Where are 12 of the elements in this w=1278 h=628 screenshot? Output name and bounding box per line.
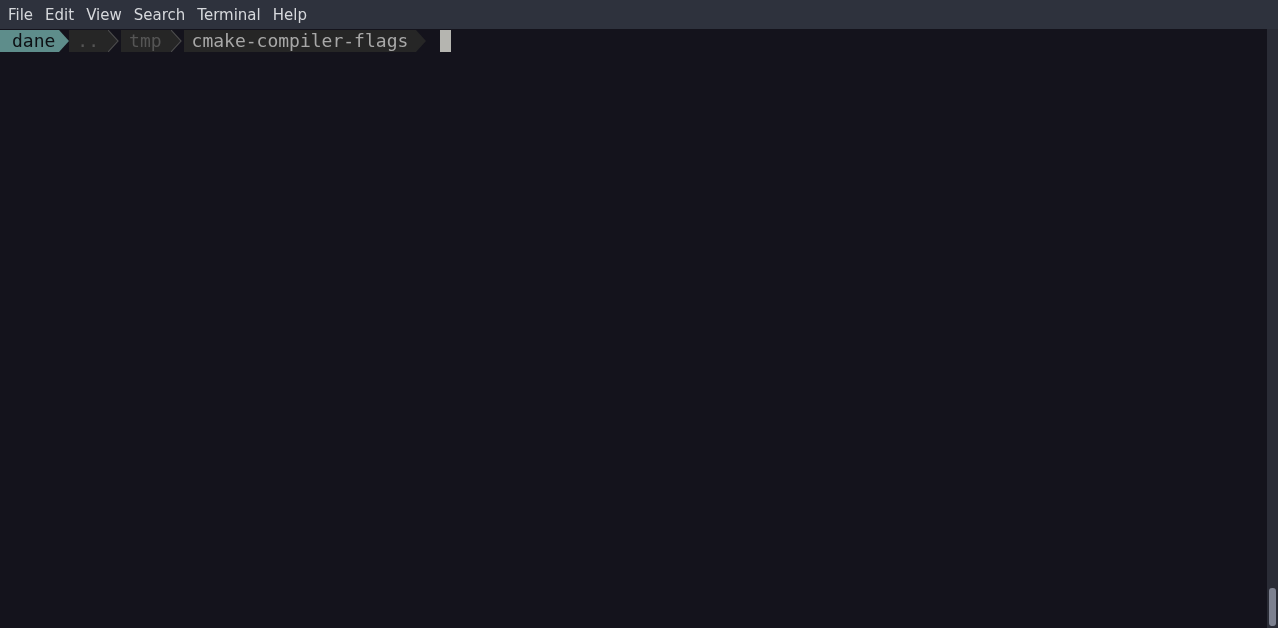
menu-item[interactable]: File	[2, 5, 40, 24]
chevron-icon	[169, 30, 184, 52]
arrow-icon	[416, 30, 427, 52]
arrow-icon	[59, 30, 70, 52]
menu-item[interactable]: Help	[266, 5, 313, 24]
menu-item[interactable]: Edit	[39, 5, 81, 24]
menu-item[interactable]: View	[80, 5, 128, 24]
menu-item[interactable]: Search	[127, 5, 192, 24]
menu-item[interactable]: Terminal	[191, 5, 267, 24]
scrollbar[interactable]	[1267, 29, 1278, 628]
text-cursor	[440, 30, 452, 52]
scrollbar-thumb[interactable]	[1269, 588, 1276, 626]
